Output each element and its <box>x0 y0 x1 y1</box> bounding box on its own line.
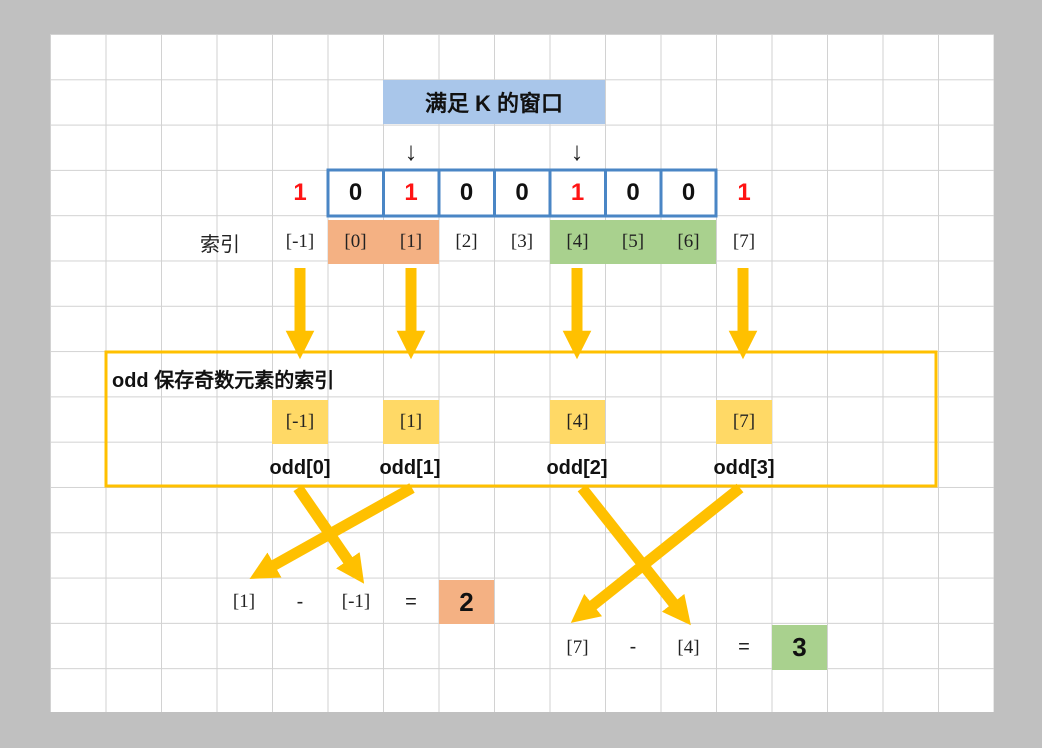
index-cell: [3] <box>510 231 534 252</box>
odd-name: odd[3] <box>713 456 775 479</box>
odd-value: [-1] <box>272 400 328 444</box>
arrow-odd1-to-calc1 <box>249 483 415 579</box>
odd-value: [1] <box>383 400 439 444</box>
calc1-b: [-1] <box>341 591 371 612</box>
calc2-eq: = <box>738 636 750 658</box>
pointer-arrow-right: ↓ <box>570 135 584 166</box>
calc1-result: 2 <box>439 580 494 624</box>
odd-value: [7] <box>716 400 772 444</box>
bit-cell: 0 <box>626 179 640 206</box>
index-label: 索引 <box>200 233 240 256</box>
bit-cell: 1 <box>404 179 418 206</box>
pointer-arrow-left: ↓ <box>404 135 418 166</box>
bit-cell: 1 <box>737 179 751 206</box>
odd-name: odd[2] <box>546 456 608 479</box>
index-cell: [4] <box>550 220 605 264</box>
bit-cell: 0 <box>681 179 696 206</box>
index-cell: [1] <box>383 220 439 264</box>
bit-cell: 0 <box>459 179 474 206</box>
index-cell: [0] <box>328 220 383 264</box>
calc2-a: [7] <box>566 636 589 658</box>
bit-cell: 0 <box>515 179 529 206</box>
calc1-op: - <box>296 590 304 613</box>
odd-name: odd[0] <box>269 456 331 479</box>
window-title: 满足 K 的窗口 <box>383 80 605 124</box>
bit-cell: 1 <box>293 179 307 206</box>
calc1-a: [1] <box>232 591 256 612</box>
index-to-odd-arrows <box>285 268 758 360</box>
index-cell: [7] <box>732 231 756 252</box>
odd-value: [4] <box>550 400 605 444</box>
odd-name: odd[1] <box>379 456 441 479</box>
bit-cell: 1 <box>570 179 585 206</box>
calc1-eq: = <box>405 590 417 613</box>
calc2-b: [4] <box>677 636 700 658</box>
index-cell: [-1] <box>285 231 315 252</box>
calc2-result: 3 <box>772 625 827 670</box>
index-cell: [5] <box>605 220 661 264</box>
odd-box-label: odd 保存奇数元素的索引 <box>112 369 335 392</box>
index-cell: [6] <box>661 220 716 264</box>
bit-cell: 0 <box>348 179 363 206</box>
index-cell: [2] <box>455 231 478 252</box>
calc2-op: - <box>629 636 637 658</box>
